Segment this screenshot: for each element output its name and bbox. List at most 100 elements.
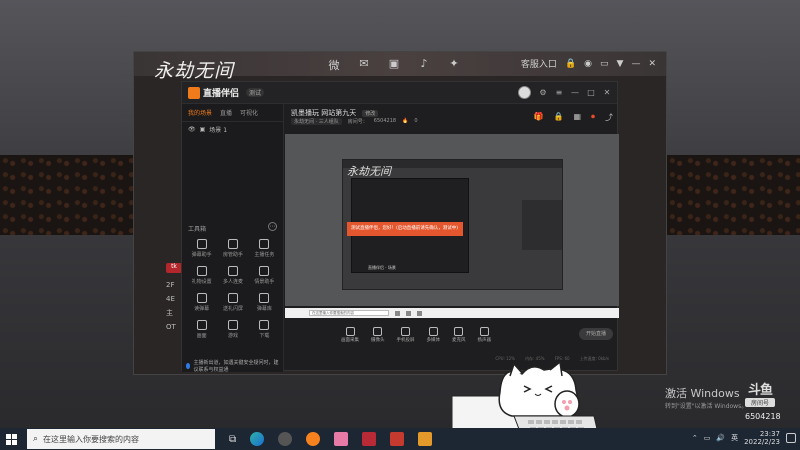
activation-subtitle: 转到"设置"以激活 Windows。 [665,403,748,410]
app-icon-pink[interactable] [334,432,349,446]
edge-icon[interactable] [250,432,265,446]
share-icon[interactable]: ⤴ [605,112,613,123]
task-view-icon[interactable]: ⧉ [229,434,236,445]
volume-icon[interactable]: 🔊 [716,434,725,442]
tool-label: 送礼闪屏 [222,306,243,312]
left-side-band [0,155,133,235]
app-icon-red2[interactable] [390,432,405,446]
control-media[interactable]: 多媒体 [427,327,440,343]
lock-icon[interactable]: 🔒 [565,59,576,69]
app-sidebar: 我的场景 直播 可视化 👁 ▣ 场景 1 工具箱 ⋯ 弹幕助手 房管助手 主播任… [182,104,284,373]
notification-icon[interactable] [786,433,796,443]
douyu-logo: 斗鱼 房间号 [745,384,775,412]
clock-time: 23:37 [759,430,780,438]
news-item[interactable]: 2F [166,278,176,292]
language-indicator[interactable]: 英 [731,433,738,443]
weibo-icon[interactable]: 微 [327,57,341,73]
main-toolbar: 🎁 🔒 ▦ ⏺ ⤴ [534,112,614,123]
news-item[interactable]: 主 [166,306,176,320]
notice-text: 主播新出道，如遇关键安全疑问时，建议联系与权益通 [193,360,279,373]
eye-icon[interactable]: 👁 [188,126,196,133]
tab-live[interactable]: 直播 [220,108,232,117]
taskbar-apps: ⧉ [229,432,433,446]
gift-icon[interactable]: 🎁 [534,112,544,123]
window-controls: ⚙ ≡ — □ ✕ [518,86,611,99]
tool-icon [196,293,207,303]
control-phone-cast[interactable]: 手机投屏 [397,327,415,343]
preview-chip: 直播伴侣 · 场景 [368,265,396,270]
tools-label: 工具箱 [188,226,207,233]
tool-item[interactable]: 情景助手 [249,266,280,285]
maximize-icon[interactable]: □ [587,88,595,97]
tool-icon [196,239,207,249]
tool-item[interactable]: 游戏 [217,320,248,339]
taskbar-search[interactable]: ⌕ 在这里输入你要搜索的内容 [27,429,215,449]
settings-icon[interactable]: ⚙ [539,88,547,97]
minimize-icon[interactable]: — [571,88,579,97]
control-screen-capture[interactable]: 画面采集 [341,327,359,343]
tab-my-scenes[interactable]: 我的场景 [188,108,212,117]
control-speaker[interactable]: 扬声器 [478,327,491,343]
close-icon[interactable]: ✕ [603,88,611,97]
preview-taskbar: 在这里输入你要搜索的内容 [285,308,619,318]
speaker-icon [479,327,489,336]
tool-item[interactable]: 多人连麦 [217,266,248,285]
stream-preview[interactable]: 永劫无间 测试直播伴侣，您好！(启动直播前请先确认，测试中) 直播伴侣 · 场景 [285,134,619,306]
clock[interactable]: 23:37 2022/2/23 [744,430,780,446]
scene-label: 场景 1 [209,127,228,134]
hot-icon: 🔥 [402,118,409,124]
info-icon [186,363,191,369]
layout-icon[interactable]: ▦ [573,112,581,123]
tool-item[interactable]: 画面 [186,320,217,339]
firefox-icon[interactable] [306,432,321,446]
bilibili-icon[interactable]: ▣ [387,57,401,73]
wechat-icon[interactable]: ✉ [357,57,371,73]
scene-item[interactable]: 👁 ▣ 场景 1 [182,122,283,137]
tiktok-icon[interactable]: ♪ [417,57,431,73]
tool-item[interactable]: 读弹幕 [186,293,217,312]
news-item[interactable]: OT [166,320,176,334]
news-item[interactable]: 4E [166,292,176,306]
preview-app-icon [417,310,422,316]
minimize-icon[interactable]: — [631,59,640,69]
tool-item[interactable]: 弹幕助手 [186,239,217,258]
preview-shadow [522,200,562,250]
control-label: 麦克风 [452,338,466,343]
app-icon-orange[interactable] [418,432,433,446]
record-icon[interactable]: ⏺ [591,112,595,123]
tool-item[interactable]: 送礼闪屏 [217,293,248,312]
menu-icon[interactable]: ≡ [555,88,563,97]
notice-bar[interactable]: 主播新出道，如遇关键安全疑问时，建议联系与权益通 [186,359,283,373]
tools-more-icon[interactable]: ⋯ [268,222,277,231]
scene-icon: ▣ [199,126,206,133]
lock-icon[interactable]: 🔒 [553,112,563,123]
start-button[interactable] [0,428,22,450]
preview-app-icon [406,310,411,316]
start-live-button[interactable]: 开始直播 [579,328,613,340]
room-category[interactable]: 永劫无间 · 三人组队 [291,118,342,125]
preview-capture: 永劫无间 测试直播伴侣，您好！(启动直播前请先确认，测试中) 直播伴侣 · 场景 [342,159,563,290]
tool-item[interactable]: 主播任务 [249,239,280,258]
customer-service-link[interactable]: 客服入口 [521,57,557,70]
tool-item[interactable]: 弹幕库 [249,293,280,312]
tool-item[interactable]: 下载 [249,320,280,339]
camera-icon [373,327,383,336]
edit-title-button[interactable]: 修改 [362,109,379,117]
control-camera[interactable]: 摄像头 [371,327,385,343]
launcher-badge: tk [166,263,182,273]
tab-visual[interactable]: 可视化 [240,108,258,117]
monitor-icon[interactable]: ▭ [600,59,609,69]
app-icon-red[interactable] [362,432,377,446]
tool-item[interactable]: 房管助手 [217,239,248,258]
close-icon[interactable]: ✕ [648,59,656,69]
watermark-room-id: 6504218 [745,412,781,421]
emblem-icon[interactable]: ✦ [447,57,461,73]
network-icon[interactable]: ▭ [704,434,711,442]
user-icon[interactable]: ◉ [584,59,592,69]
tray-arrow-icon[interactable]: ⌃ [692,434,698,442]
wifi-icon[interactable]: ▼ [617,59,624,69]
avatar[interactable] [518,86,531,99]
tool-item[interactable]: 礼物设置 [186,266,217,285]
settings-app-icon[interactable] [278,432,293,446]
control-microphone[interactable]: 麦克风 [452,327,466,343]
